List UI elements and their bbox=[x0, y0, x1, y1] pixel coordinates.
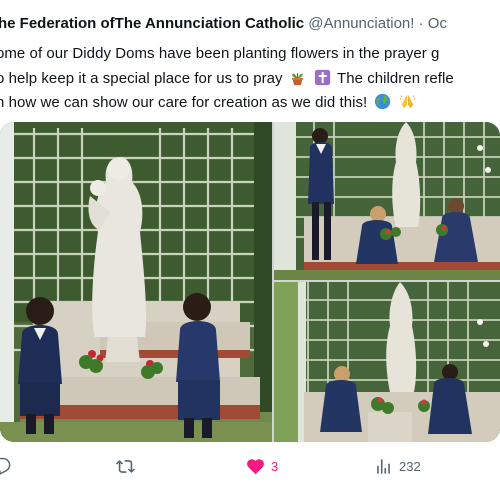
tweet-text-line-2-end: The children refle bbox=[336, 69, 454, 87]
retweet-button[interactable] bbox=[116, 452, 141, 480]
tweet-timestamp[interactable]: Oc bbox=[428, 15, 447, 32]
photo-prayer-garden-statue-two-children[interactable] bbox=[0, 122, 272, 442]
photo-prayer-garden-four-children[interactable] bbox=[274, 122, 500, 280]
reply-button[interactable] bbox=[0, 452, 17, 480]
photo-prayer-garden-two-children-kneeling[interactable] bbox=[274, 282, 500, 442]
tweet-actions: 3 232 bbox=[0, 452, 500, 480]
reply-icon bbox=[0, 457, 11, 475]
globe-icon bbox=[374, 93, 391, 110]
potted-plant-icon bbox=[289, 69, 306, 86]
views-button[interactable]: 232 bbox=[374, 452, 421, 480]
views-count: 232 bbox=[399, 458, 421, 474]
latin-cross-icon bbox=[314, 69, 331, 86]
tweet-text-line-2-start: o help keep it a special place for us to… bbox=[0, 69, 283, 87]
views-chart-icon bbox=[377, 458, 390, 474]
tweet-text-line-3-start: n how we can show our care for creation … bbox=[0, 94, 368, 111]
tweet-text-line-1: ome of our Diddy Doms have been planting… bbox=[0, 45, 440, 62]
tweet-text-line-3: n how we can show our care for creation … bbox=[0, 91, 500, 116]
tweet-media-grid[interactable] bbox=[0, 122, 500, 442]
tweet[interactable]: he Federation ofThe Annunciation Catholi… bbox=[0, 0, 500, 499]
author-handle[interactable]: @Annunciation! bbox=[308, 15, 414, 32]
like-button[interactable]: 3 bbox=[246, 452, 278, 480]
like-count: 3 bbox=[271, 458, 279, 474]
author-name[interactable]: he Federation ofThe Annunciation Catholi… bbox=[0, 15, 304, 32]
tweet-header: he Federation ofThe Annunciation Catholi… bbox=[0, 14, 447, 34]
header-separator: · bbox=[418, 15, 424, 32]
tweet-text: ome of our Diddy Doms have been planting… bbox=[0, 42, 500, 116]
tweet-text-line-2: o help keep it a special place for us to… bbox=[0, 67, 500, 92]
retweet-icon bbox=[116, 459, 135, 473]
heart-icon bbox=[247, 458, 264, 474]
folded-hands-icon bbox=[399, 93, 416, 110]
